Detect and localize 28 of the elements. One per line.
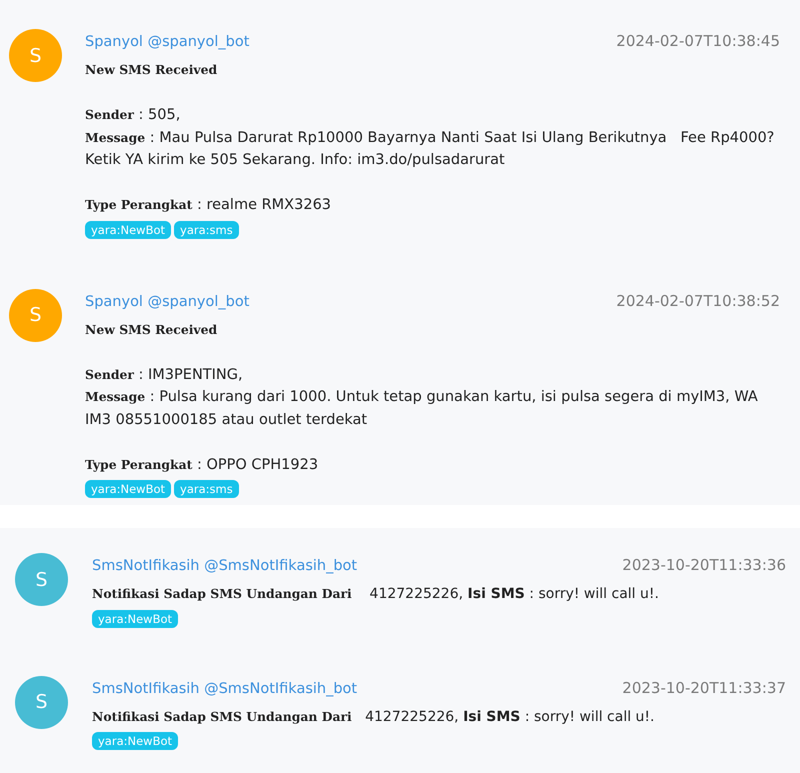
tag: yara:NewBot [92, 610, 178, 628]
sender-name-link[interactable]: Spanyol @spanyol_bot [85, 31, 250, 53]
sender-name-link[interactable]: Spanyol @spanyol_bot [85, 290, 250, 312]
tag: yara:sms [174, 220, 239, 238]
message-field-line: Sender : IM3PENTING, [85, 366, 244, 384]
timestamp: 2024-02-07T10:38:45 [616, 31, 780, 52]
message-field-line: Message : Mau Pulsa Darurat Rp10000 Bayarnya Nanti Saat Isi Ulang Berikutnya Fee Rp4000? Ketik YA kirim ke 505 Sekarang. Info: im3.do/pulsadarurat [85, 128, 776, 170]
tag: yara:NewBot [85, 480, 172, 498]
avatar: S [15, 676, 68, 728]
timestamp: 2023-10-20T11:33:36 [622, 555, 786, 576]
avatar: S [9, 29, 62, 82]
message-heading: New SMS Received [85, 61, 218, 79]
message-field-line: Notifikasi Sadap SMS Undangan Dari 4127225226, Isi SMS : sorry! will call u!. [92, 585, 660, 604]
message-field-line: Notifikasi Sadap SMS Undangan Dari 4127225226, Isi SMS : sorry! will call u!. [92, 708, 656, 726]
message-heading: New SMS Received [85, 320, 218, 338]
tag: yara:NewBot [92, 732, 178, 750]
sender-name-link[interactable]: SmsNotIfikasih @SmsNotIfikasih_bot [92, 678, 358, 700]
tag: yara:sms [174, 480, 239, 498]
timestamp: 2024-02-07T10:38:52 [616, 290, 780, 312]
avatar: S [15, 553, 68, 606]
sender-name-link[interactable]: SmsNotIfikasih @SmsNotIfikasih_bot [92, 555, 358, 577]
message-field-line: Type Perangkat : realme RMX3263 [85, 196, 332, 215]
message-field-line: Type Perangkat : OPPO CPH1923 [85, 456, 320, 474]
avatar: S [9, 288, 62, 342]
message-field-line: Sender : 505, [85, 106, 182, 125]
message-field-line: Message : Pulsa kurang dari 1000. Untuk tetap gunakan kartu, isi pulsa segera di myIM3, WA IM3 08551000185 atau outlet terdekat [85, 388, 759, 430]
timestamp: 2023-10-20T11:33:37 [622, 678, 786, 698]
tag: yara:NewBot [85, 220, 172, 238]
